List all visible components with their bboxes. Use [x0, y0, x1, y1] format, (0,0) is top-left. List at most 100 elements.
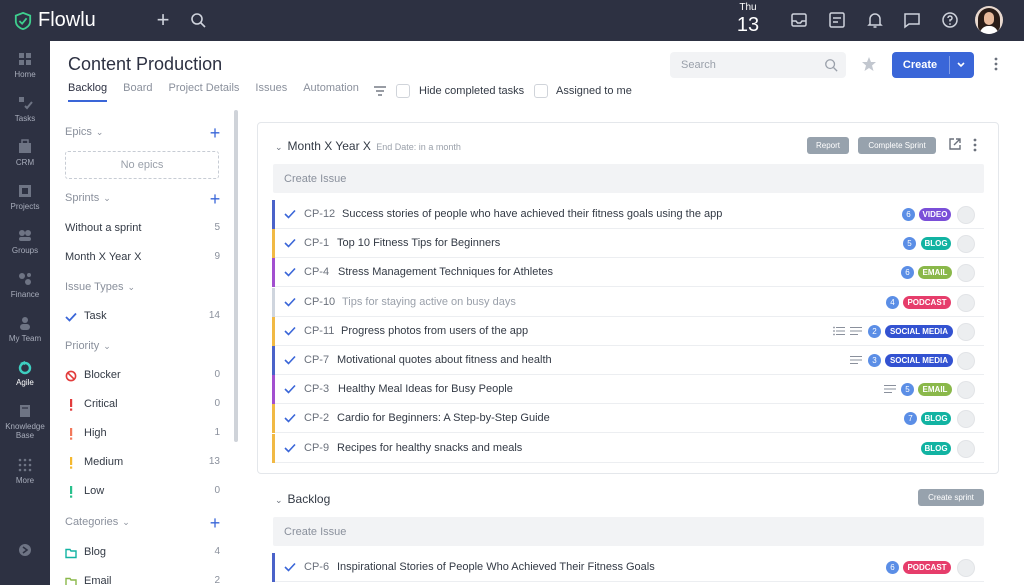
issue-type-item[interactable]: Task 14 — [65, 310, 220, 328]
assignee-avatar[interactable] — [957, 381, 975, 400]
nav-projects[interactable]: Projects — [0, 183, 50, 211]
report-button[interactable]: Report — [807, 137, 849, 154]
more-options-icon[interactable] — [990, 56, 1002, 72]
collapse-nav-icon[interactable] — [17, 542, 33, 558]
issue-title[interactable]: Healthy Meal Ideas for Busy People — [338, 383, 513, 395]
nav-my-team[interactable]: My Team — [0, 315, 50, 343]
priority-item-blocker[interactable]: Blocker 0 — [65, 369, 220, 387]
assignee-avatar[interactable] — [957, 352, 975, 370]
assignee-avatar[interactable] — [957, 559, 975, 577]
tab-board[interactable]: Board — [123, 82, 152, 102]
sidebar-scrollbar[interactable] — [234, 110, 238, 442]
chevron-down-icon[interactable]: ⌄ — [275, 495, 283, 505]
nav-crm[interactable]: CRM — [0, 139, 50, 167]
priority-item-low[interactable]: Low 0 — [65, 485, 220, 503]
category-item-email[interactable]: Email 2 — [65, 575, 220, 585]
chat-icon[interactable] — [903, 11, 921, 29]
category-tag[interactable]: BLOG — [921, 441, 951, 455]
issue-code[interactable]: CP-11 — [304, 325, 334, 337]
category-tag[interactable]: VIDEO — [919, 208, 951, 221]
issue-title[interactable]: Tips for staying active on busy days — [342, 296, 516, 308]
create-issue-input[interactable]: Create Issue — [273, 164, 984, 193]
open-external-icon[interactable] — [948, 137, 962, 151]
issue-title[interactable]: Top 10 Fitness Tips for Beginners — [337, 237, 500, 249]
assignee-avatar[interactable] — [957, 439, 975, 458]
assignee-avatar[interactable] — [957, 410, 975, 429]
nav-finance[interactable]: Finance — [0, 271, 50, 299]
category-tag[interactable]: EMAIL — [918, 383, 952, 397]
assigned-to-me-checkbox[interactable] — [534, 84, 548, 98]
assignee-avatar[interactable] — [957, 206, 975, 224]
category-tag[interactable]: EMAIL — [918, 266, 952, 280]
issue-code[interactable]: CP-9 — [304, 442, 329, 454]
issue-row[interactable]: CP-6 Inspirational Stories of People Who … — [272, 553, 984, 582]
notes-icon[interactable] — [828, 11, 846, 29]
issue-code[interactable]: CP-6 — [304, 561, 329, 573]
sprint-item[interactable]: Without a sprint 5 — [65, 222, 220, 240]
category-tag[interactable]: SOCIAL MEDIA — [885, 354, 953, 367]
calendar-date[interactable]: Thu 13 — [733, 2, 763, 37]
priority-heading[interactable]: Priority ⌄ — [65, 340, 111, 352]
issue-row[interactable]: CP-4 Stress Management Techniques for Ath… — [272, 258, 984, 288]
assignee-avatar[interactable] — [957, 293, 975, 312]
hide-completed-checkbox[interactable] — [396, 84, 410, 98]
backlog-header[interactable]: ⌄ Backlog — [275, 492, 330, 506]
sprint-header[interactable]: ⌄ Month X Year X End Date: in a month — [275, 139, 461, 153]
issue-code[interactable]: CP-10 — [304, 296, 335, 308]
add-epic-icon[interactable]: + — [208, 124, 222, 142]
issue-code[interactable]: CP-12 — [304, 208, 335, 220]
category-tag[interactable]: SOCIAL MEDIA — [885, 324, 953, 338]
issue-row[interactable]: CP-3 Healthy Meal Ideas for Busy People 5 E… — [272, 375, 984, 405]
category-tag[interactable]: PODCAST — [903, 295, 951, 309]
priority-item-high[interactable]: High 1 — [65, 427, 220, 445]
category-tag[interactable]: BLOG — [921, 237, 951, 251]
quick-add-icon[interactable]: + — [155, 9, 171, 31]
search-input[interactable]: Search — [670, 52, 846, 78]
sprints-heading[interactable]: Sprints ⌄ — [65, 192, 111, 204]
help-icon[interactable] — [941, 11, 959, 29]
assignee-avatar[interactable] — [957, 322, 975, 341]
issue-row[interactable]: CP-1 Top 10 Fitness Tips for Beginners 5 BL… — [272, 229, 984, 259]
issue-row[interactable]: CP-10 Tips for staying active on busy day… — [272, 287, 984, 317]
nav-groups[interactable]: Groups — [0, 227, 50, 255]
issue-code[interactable]: CP-7 — [304, 354, 329, 366]
chevron-down-icon[interactable] — [954, 58, 968, 72]
issue-code[interactable]: CP-2 — [304, 412, 329, 424]
create-issue-input[interactable]: Create Issue — [273, 517, 984, 546]
create-sprint-button[interactable]: Create sprint — [918, 489, 984, 506]
issue-row[interactable]: CP-9 Recipes for healthy snacks and meals… — [272, 433, 984, 463]
app-logo[interactable]: Flowlu — [14, 9, 96, 32]
user-avatar[interactable] — [975, 6, 1003, 34]
priority-item-critical[interactable]: Critical 0 — [65, 398, 220, 416]
tab-automation[interactable]: Automation — [303, 82, 359, 102]
issue-title[interactable]: Cardio for Beginners: A Step-by-Step Gui… — [337, 412, 550, 424]
complete-sprint-button[interactable]: Complete Sprint — [858, 137, 936, 154]
search-icon[interactable] — [190, 12, 206, 28]
star-icon[interactable] — [861, 56, 877, 72]
category-tag[interactable]: PODCAST — [903, 561, 951, 574]
issue-title[interactable]: Progress photos from users of the app — [341, 325, 528, 337]
issue-title[interactable]: Stress Management Techniques for Athlete… — [338, 266, 553, 278]
chevron-down-icon[interactable]: ⌄ — [275, 142, 283, 152]
sprint-more-icon[interactable] — [970, 137, 980, 153]
issue-row[interactable]: CP-12 Success stories of people who have … — [272, 200, 984, 229]
add-category-icon[interactable]: + — [208, 514, 222, 532]
issue-title[interactable]: Motivational quotes about fitness and he… — [337, 354, 552, 366]
category-tag[interactable]: BLOG — [921, 412, 951, 426]
issue-types-heading[interactable]: Issue Types ⌄ — [65, 281, 135, 293]
issue-code[interactable]: CP-1 — [304, 237, 329, 249]
issue-row[interactable]: CP-2 Cardio for Beginners: A Step-by-Step… — [272, 404, 984, 434]
tab-project-details[interactable]: Project Details — [169, 82, 240, 102]
priority-item-medium[interactable]: Medium 13 — [65, 456, 220, 474]
filter-icon[interactable] — [374, 86, 386, 96]
nav-more[interactable]: More — [0, 457, 50, 485]
tab-issues[interactable]: Issues — [255, 82, 287, 102]
assignee-avatar[interactable] — [957, 264, 975, 283]
nav-knowledge-base[interactable]: Knowledge Base — [0, 403, 50, 440]
issue-row[interactable]: CP-7 Motivational quotes about fitness an… — [272, 346, 984, 375]
categories-heading[interactable]: Categories ⌄ — [65, 516, 130, 528]
bell-icon[interactable] — [866, 11, 884, 29]
issue-title[interactable]: Recipes for healthy snacks and meals — [337, 442, 522, 454]
create-button[interactable]: Create — [892, 52, 974, 78]
issue-title[interactable]: Success stories of people who have achie… — [342, 208, 722, 220]
